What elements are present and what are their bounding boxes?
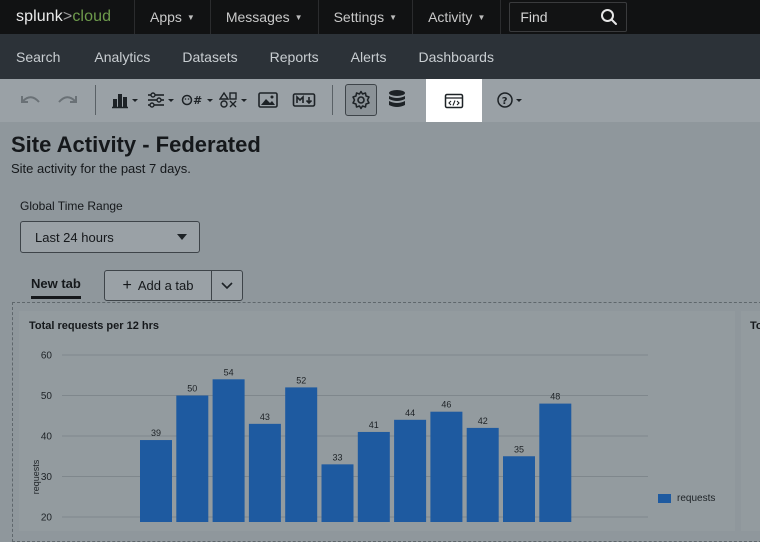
bar bbox=[140, 440, 172, 522]
y-tick-label: 20 bbox=[41, 513, 53, 523]
bar bbox=[539, 403, 572, 522]
legend-swatch bbox=[658, 494, 671, 503]
y-tick-label: 40 bbox=[41, 432, 53, 443]
y-tick-label: 50 bbox=[41, 391, 53, 402]
y-tick-label: 30 bbox=[41, 472, 53, 483]
bar-data-label: 41 bbox=[369, 420, 379, 430]
bar bbox=[466, 427, 499, 522]
bar bbox=[176, 395, 209, 522]
bar-data-label: 42 bbox=[478, 416, 488, 426]
y-axis-label: requests bbox=[31, 459, 41, 494]
bar bbox=[503, 456, 535, 522]
bar-data-label: 43 bbox=[260, 412, 270, 422]
bar-data-label: 39 bbox=[151, 428, 161, 438]
bar bbox=[285, 387, 318, 522]
bar bbox=[430, 411, 463, 522]
bar-data-label: 48 bbox=[550, 392, 560, 402]
legend-label: requests bbox=[677, 493, 716, 504]
chart-legend[interactable]: requests bbox=[658, 493, 715, 504]
bar-data-label: 46 bbox=[441, 400, 451, 410]
bar-data-label: 54 bbox=[224, 367, 234, 377]
requests-bar-chart: 20 30 40 50 60 requests 39 50 54 43 52 33 41 44 46 42 35… bbox=[31, 351, 648, 523]
bar bbox=[248, 423, 281, 522]
bar bbox=[212, 379, 245, 522]
bar-data-label: 52 bbox=[296, 375, 306, 385]
bar-data-label: 35 bbox=[514, 444, 524, 454]
bar-data-label: 33 bbox=[332, 452, 342, 462]
bar-data-label: 44 bbox=[405, 408, 415, 418]
bar bbox=[394, 419, 427, 522]
bar-data-label: 50 bbox=[187, 384, 197, 394]
bar bbox=[321, 464, 354, 522]
y-tick-label: 60 bbox=[41, 351, 53, 362]
bar bbox=[357, 431, 390, 522]
